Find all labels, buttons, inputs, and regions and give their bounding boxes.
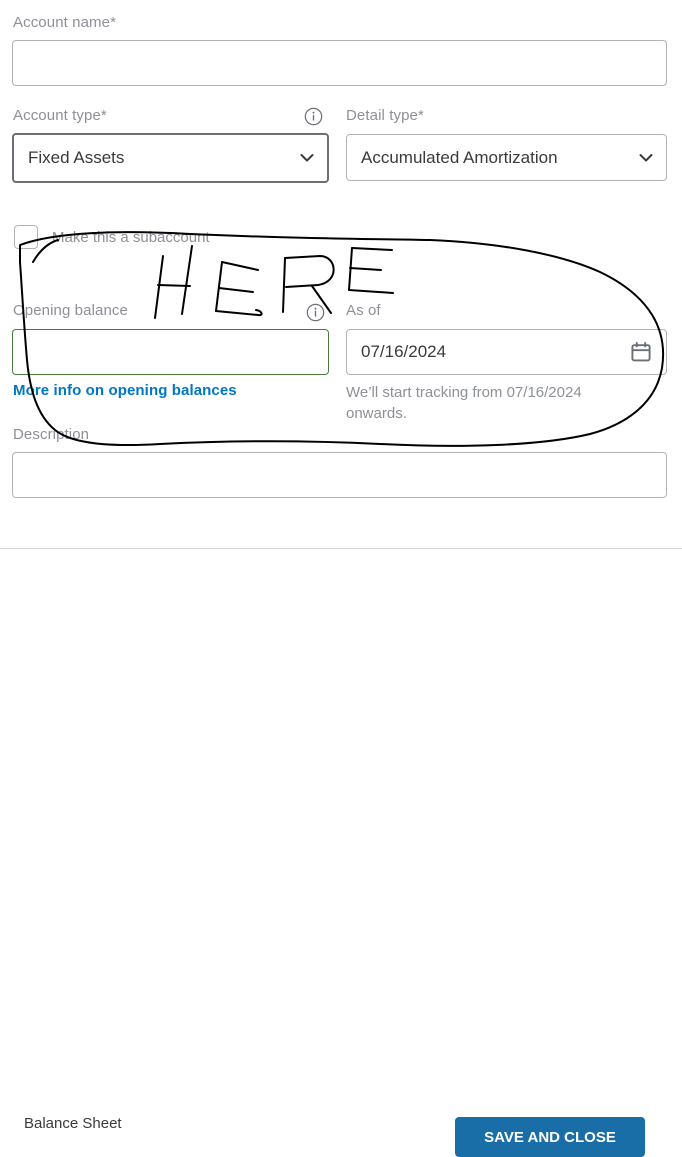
info-circle-icon[interactable]: [304, 107, 323, 126]
as-of-label: As of: [346, 302, 381, 319]
subaccount-label: Make this a subaccount: [52, 228, 210, 246]
account-name-label: Account name*: [13, 14, 117, 31]
as-of-date-value: 07/16/2024: [361, 342, 447, 361]
more-info-on-opening-balances-link[interactable]: More info on opening balances: [13, 382, 237, 399]
account-type-label: Account type*: [13, 107, 107, 124]
calendar-icon[interactable]: [630, 341, 652, 363]
detail-type-select[interactable]: Accumulated Amortization: [346, 134, 667, 181]
description-input[interactable]: [12, 452, 667, 498]
account-name-input[interactable]: [12, 40, 667, 86]
opening-balance-label: Opening balance: [13, 302, 128, 319]
detail-type-label: Detail type*: [346, 107, 424, 124]
chevron-down-icon: [299, 150, 315, 166]
subaccount-row: Make this a subaccount: [14, 225, 210, 249]
as-of-help-text: We’ll start tracking from 07/16/2024 onw…: [346, 384, 582, 422]
save-and-close-button[interactable]: SAVE AND CLOSE: [455, 1117, 645, 1157]
footer-report-label: Balance Sheet: [24, 1115, 122, 1132]
chevron-down-icon: [638, 150, 654, 166]
handwritten-annotation-overlay: [19, 231, 664, 447]
footer-bar: Balance Sheet SAVE AND CLOSE: [0, 549, 682, 1157]
info-circle-icon[interactable]: [306, 303, 325, 322]
description-label: Description: [13, 426, 90, 443]
detail-type-value: Accumulated Amortization: [361, 147, 558, 167]
account-type-value: Fixed Assets: [28, 148, 125, 167]
create-account-form-panel: Account name* Account type* Detail type*…: [0, 0, 682, 1157]
account-type-select[interactable]: Fixed Assets: [12, 133, 329, 183]
checkbox-unchecked-icon[interactable]: [14, 225, 38, 249]
opening-balance-input[interactable]: [12, 329, 329, 375]
as-of-date-input[interactable]: 07/16/2024: [346, 329, 667, 375]
